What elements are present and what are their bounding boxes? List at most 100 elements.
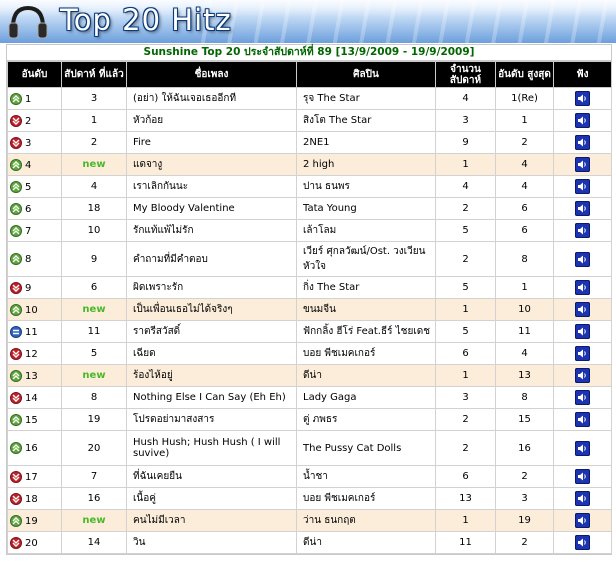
last-week-value: 10 xyxy=(87,225,101,236)
last-week-value: 4 xyxy=(90,181,98,192)
table-row: 15 19 โปรดอย่ามาสงสาร ตู่ ภพธร 2 15 xyxy=(7,408,612,431)
speaker-icon[interactable] xyxy=(575,440,590,456)
weeks-on-chart: 1 xyxy=(435,298,496,321)
speaker-icon[interactable] xyxy=(575,390,590,405)
rank-number: 13 xyxy=(25,370,38,382)
weeks-on-chart: 5 xyxy=(435,276,496,299)
last-week-cell: 6 xyxy=(61,276,127,299)
artist-name: Tata Young xyxy=(296,197,436,220)
trend-down-icon xyxy=(10,136,22,149)
chart-table: อันดับ สัปดาห์ ที่แล้ว ชื่อเพลง ศิลปิน จ… xyxy=(7,61,612,554)
rank-cell: 13 xyxy=(7,364,62,387)
song-title: ร้องไห้อยู่ xyxy=(126,364,297,387)
trend-up-icon xyxy=(10,369,22,382)
song-title: คนไม่มีเวลา xyxy=(126,509,297,532)
table-row: 5 4 เราเลิกกันนะ ปาน ธนพร 4 4 xyxy=(7,175,612,198)
speaker-icon[interactable] xyxy=(575,280,590,295)
trend-up-icon xyxy=(10,514,22,527)
banner-stripes xyxy=(186,0,616,43)
peak-position: 6 xyxy=(495,197,554,220)
last-week-cell: 20 xyxy=(61,430,127,466)
col-header-peak: อันดับ สูงสุด xyxy=(495,61,554,88)
speaker-icon[interactable] xyxy=(575,113,590,128)
speaker-icon[interactable] xyxy=(575,469,590,484)
trend-down-icon xyxy=(10,281,22,294)
trend-up-icon xyxy=(10,180,22,193)
last-week-value: 7 xyxy=(90,471,98,482)
song-title: รักแท้แพ้ไม่รัก xyxy=(126,219,297,242)
weeks-on-chart: 2 xyxy=(435,197,496,220)
trend-up-icon xyxy=(10,202,22,215)
last-week-cell: 4 xyxy=(61,175,127,198)
table-row: 20 14 วิน ดีน่า 11 2 xyxy=(7,531,612,554)
weeks-on-chart: 2 xyxy=(435,430,496,466)
speaker-icon[interactable] xyxy=(575,535,590,550)
speaker-icon[interactable] xyxy=(575,346,590,361)
speaker-icon[interactable] xyxy=(575,223,590,238)
peak-position: 8 xyxy=(495,241,554,277)
weeks-on-chart: 2 xyxy=(435,241,496,277)
trend-up-icon xyxy=(10,224,22,237)
col-header-last-week: สัปดาห์ ที่แล้ว xyxy=(61,61,127,88)
speaker-icon[interactable] xyxy=(575,251,590,267)
speaker-icon[interactable] xyxy=(575,491,590,506)
speaker-icon[interactable] xyxy=(575,91,590,106)
rank-number: 19 xyxy=(25,515,38,527)
song-title: วิน xyxy=(126,531,297,554)
last-week-value: 19 xyxy=(87,414,101,425)
listen-cell xyxy=(553,487,612,510)
listen-cell xyxy=(553,531,612,554)
speaker-icon[interactable] xyxy=(575,324,590,339)
new-badge: new xyxy=(82,304,106,315)
speaker-icon[interactable] xyxy=(575,157,590,172)
listen-cell xyxy=(553,364,612,387)
listen-cell xyxy=(553,276,612,299)
speaker-icon[interactable] xyxy=(575,302,590,317)
rank-number: 15 xyxy=(25,414,38,426)
col-header-artist: ศิลปิน xyxy=(296,61,436,88)
table-row: 19 new คนไม่มีเวลา ว่าน ธนกฤต 1 19 xyxy=(7,509,612,532)
artist-name: The Pussy Cat Dolls xyxy=(296,430,436,466)
rank-cell: 6 xyxy=(7,197,62,220)
table-row: 9 6 ผิดเพราะรัก กิ่ง The Star 5 1 xyxy=(7,276,612,299)
speaker-icon[interactable] xyxy=(575,412,590,427)
rank-number: 17 xyxy=(25,471,38,483)
last-week-value: 2 xyxy=(90,137,98,148)
rank-cell: 7 xyxy=(7,219,62,242)
artist-name: ขนมจีน xyxy=(296,298,436,321)
last-week-cell: 11 xyxy=(61,320,127,343)
speaker-icon[interactable] xyxy=(575,201,590,216)
song-title: โปรดอย่ามาสงสาร xyxy=(126,408,297,431)
listen-cell xyxy=(553,109,612,132)
trend-up-icon xyxy=(10,158,22,171)
speaker-icon[interactable] xyxy=(575,179,590,194)
table-row: 13 new ร้องไห้อยู่ ดีน่า 1 13 xyxy=(7,364,612,387)
listen-cell xyxy=(553,87,612,110)
song-title: เฉียด xyxy=(126,342,297,365)
listen-cell xyxy=(553,219,612,242)
artist-name: ว่าน ธนกฤต xyxy=(296,509,436,532)
last-week-cell: 18 xyxy=(61,197,127,220)
last-week-value: 3 xyxy=(90,93,98,104)
trend-up-icon xyxy=(10,442,22,454)
speaker-icon[interactable] xyxy=(575,368,590,383)
last-week-value: 1 xyxy=(90,115,98,126)
weeks-on-chart: 5 xyxy=(435,320,496,343)
peak-position: 3 xyxy=(495,487,554,510)
listen-cell xyxy=(553,430,612,466)
artist-name: ดีน่า xyxy=(296,364,436,387)
last-week-value: 18 xyxy=(87,203,101,214)
peak-position: 4 xyxy=(495,175,554,198)
artist-name: บอย พีชเมคเกอร์ xyxy=(296,487,436,510)
artist-name: เล้าโลม xyxy=(296,219,436,242)
peak-position: 4 xyxy=(495,342,554,365)
col-header-listen: ฟัง xyxy=(553,61,612,88)
song-title: Fire xyxy=(126,131,297,154)
speaker-icon[interactable] xyxy=(575,513,590,528)
rank-cell: 9 xyxy=(7,276,62,299)
speaker-icon[interactable] xyxy=(575,135,590,150)
listen-cell xyxy=(553,175,612,198)
listen-cell xyxy=(553,153,612,176)
table-row: 10 new เป็นเพื่อนเธอไม่ได้จริงๆ ขนมจีน 1 10 xyxy=(7,298,612,321)
table-row: 1 3 (อย่า) ให้ฉันเจอเธออีกที รุจ The Star 4 1… xyxy=(7,87,612,110)
